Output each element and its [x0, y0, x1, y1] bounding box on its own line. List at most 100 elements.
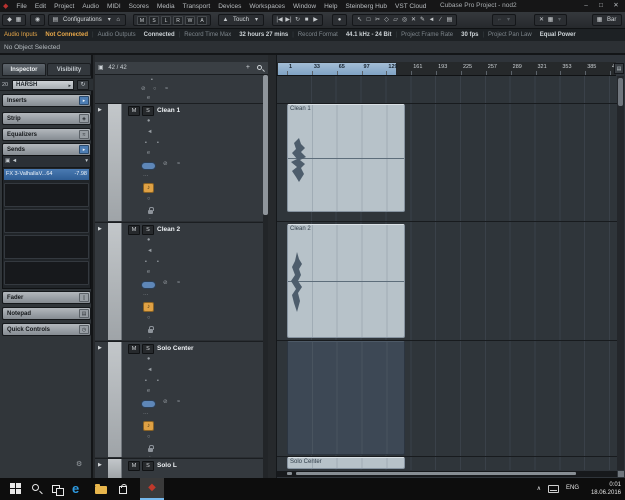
vertical-scrollbar[interactable] — [617, 76, 624, 470]
caret-down-icon[interactable]: ▾ — [555, 15, 564, 26]
edit-channel-icon[interactable]: e — [147, 269, 150, 275]
inserts-state-icon[interactable] — [141, 281, 156, 289]
section-equalizers[interactable]: Equalizers ≈ — [2, 128, 91, 141]
section-quick-controls[interactable]: Quick Controls ◷ — [2, 323, 91, 336]
mute-button[interactable]: M — [128, 225, 140, 235]
menu-window[interactable]: Window — [289, 3, 320, 10]
status-item[interactable]: Project Frame Rate 30 fps — [397, 32, 482, 38]
edit-channel-icon[interactable]: e — [147, 95, 150, 101]
eq-state-icon[interactable]: ⊘ — [163, 280, 168, 286]
tab-visibility[interactable]: Visibility — [47, 63, 91, 76]
solo-button[interactable]: S — [142, 225, 154, 235]
solo-button[interactable]: S — [142, 461, 154, 471]
scrollbar-thumb[interactable] — [296, 472, 576, 475]
tool-button-0[interactable]: ↖ — [355, 15, 364, 26]
taskbar-clock[interactable]: 0:01 18.06.2016 — [581, 481, 621, 497]
monitor-icon[interactable]: ◄ — [147, 367, 152, 373]
tool-button-10[interactable]: ▤ — [445, 15, 454, 26]
edit-channel-icon[interactable]: e — [147, 150, 150, 156]
edge-button[interactable]: e — [72, 481, 88, 497]
audio-event-clean1[interactable]: Clean 1 — [287, 104, 405, 212]
store-button[interactable] — [115, 481, 131, 497]
inserts-state-icon[interactable] — [141, 162, 156, 170]
section-inserts[interactable]: Inserts ▸ — [2, 94, 91, 107]
edit-channel-icon[interactable]: e — [147, 388, 150, 394]
timeline-ruler[interactable]: 1336597129161193225257289321353385417 — [277, 62, 621, 76]
audio-event-solo-strip[interactable]: Solo Center — [287, 457, 405, 469]
maximize-button[interactable]: □ — [594, 1, 608, 11]
status-item[interactable]: Audio Inputs Not Connected — [0, 32, 92, 38]
write-automation-icon[interactable]: ▪ — [157, 259, 159, 265]
taskbar-search-button[interactable] — [29, 481, 45, 497]
tool-button-3[interactable]: ◇ — [382, 15, 391, 26]
more-options-icon[interactable]: ··· — [143, 411, 149, 417]
send-slot-empty[interactable] — [4, 209, 89, 233]
menu-edit[interactable]: Edit — [31, 3, 50, 10]
tool-button-6[interactable]: ✕ — [409, 15, 418, 26]
write-automation-icon[interactable]: ▪ — [157, 378, 159, 384]
record-button[interactable]: ● — [332, 14, 347, 26]
nudge-button-1[interactable]: ▾ — [504, 15, 513, 26]
status-item[interactable]: Record Format 44.1 kHz - 24 Bit — [294, 32, 396, 38]
add-track-button[interactable]: + — [246, 62, 250, 74]
ruler-options-button[interactable]: ▤ — [614, 63, 624, 74]
transport-button-0[interactable]: |◀ — [275, 15, 284, 26]
strip-state-icon[interactable]: ◈ — [79, 114, 89, 123]
lock-icon[interactable] — [148, 326, 154, 333]
search-track-icon[interactable] — [257, 65, 262, 70]
sends-state-icon[interactable]: ≈ — [177, 280, 180, 286]
solo-button[interactable]: S — [142, 106, 154, 116]
horizontal-scrollbar[interactable] — [277, 471, 617, 477]
mute-button[interactable]: M — [128, 461, 140, 471]
grid-icon[interactable]: ▦ — [546, 15, 555, 26]
menu-midi[interactable]: MIDI — [103, 3, 125, 10]
menu-project[interactable]: Project — [50, 3, 78, 10]
lock-icon[interactable] — [148, 207, 154, 214]
inserts-state-icon[interactable]: ▸ — [79, 96, 89, 105]
touch-keyboard-icon[interactable] — [548, 485, 559, 493]
record-arm-icon[interactable]: ● — [147, 118, 150, 124]
section-fader[interactable]: Fader ▯ — [2, 291, 91, 304]
menu-devices[interactable]: Devices — [214, 3, 245, 10]
home-icon[interactable]: ⌂ — [114, 15, 123, 26]
monitor-icon[interactable]: ◄ — [147, 129, 152, 135]
toolbar-left-icon-0[interactable]: ◆ — [5, 15, 14, 26]
status-item[interactable]: Audio Outputs Connected — [94, 32, 179, 38]
language-indicator[interactable]: ENG — [566, 485, 579, 491]
minimize-button[interactable]: – — [579, 1, 593, 11]
audio-event-solo-center[interactable] — [287, 341, 405, 455]
nudge-button-0[interactable]: ⌐ — [495, 15, 504, 26]
menu-help[interactable]: Help — [320, 3, 341, 10]
track-list-divider[interactable] — [268, 55, 277, 478]
tab-inspector[interactable]: Inspector — [2, 63, 46, 76]
tool-button-4[interactable]: ▱ — [391, 15, 400, 26]
menu-file[interactable]: File — [12, 3, 30, 10]
status-item[interactable]: Record Time Max 32 hours 27 mins — [180, 32, 292, 38]
section-notepad[interactable]: Notepad ▤ — [2, 307, 91, 320]
sends-state-icon[interactable]: ≈ — [177, 399, 180, 405]
configurations-dropdown[interactable]: ▤ Configurations ▾ ⌂ — [48, 14, 126, 26]
section-strip[interactable]: Strip ◈ — [2, 112, 91, 125]
edit-channel-button[interactable]: ↻ — [77, 80, 89, 90]
more-options-icon[interactable]: ··· — [143, 173, 149, 179]
tool-button-5[interactable]: ◎ — [400, 15, 409, 26]
record-arm-icon[interactable]: ● — [147, 356, 150, 362]
menu-workspaces[interactable]: Workspaces — [245, 3, 289, 10]
zoom-corner-control[interactable] — [618, 471, 624, 477]
automation-r-button[interactable]: R — [173, 15, 183, 25]
lock-icon[interactable] — [148, 445, 154, 452]
toolbar-left-icon-1[interactable]: ▦ — [14, 15, 23, 26]
track-row-solo-l[interactable]: ▶ M S Solo L — [95, 458, 263, 478]
tool-button-9[interactable]: ∕ — [436, 15, 445, 26]
cubase-taskbar-button[interactable]: ◆ — [140, 478, 164, 500]
scrollbar-dot[interactable] — [287, 472, 292, 475]
eq-state-icon[interactable]: ⊘ — [163, 399, 168, 405]
send-slot-empty[interactable] — [4, 183, 89, 207]
send-slot-empty[interactable] — [4, 261, 89, 285]
automation-m-button[interactable]: M — [137, 15, 147, 25]
musical-timebase-icon[interactable]: ♪ — [143, 302, 154, 312]
audio-event-clean2[interactable]: Clean 2 — [287, 224, 405, 338]
snap-icon[interactable]: ✕ — [537, 15, 546, 26]
tool-button-2[interactable]: ✂ — [373, 15, 382, 26]
grid-type-dropdown[interactable]: ▦ Bar — [592, 14, 623, 26]
